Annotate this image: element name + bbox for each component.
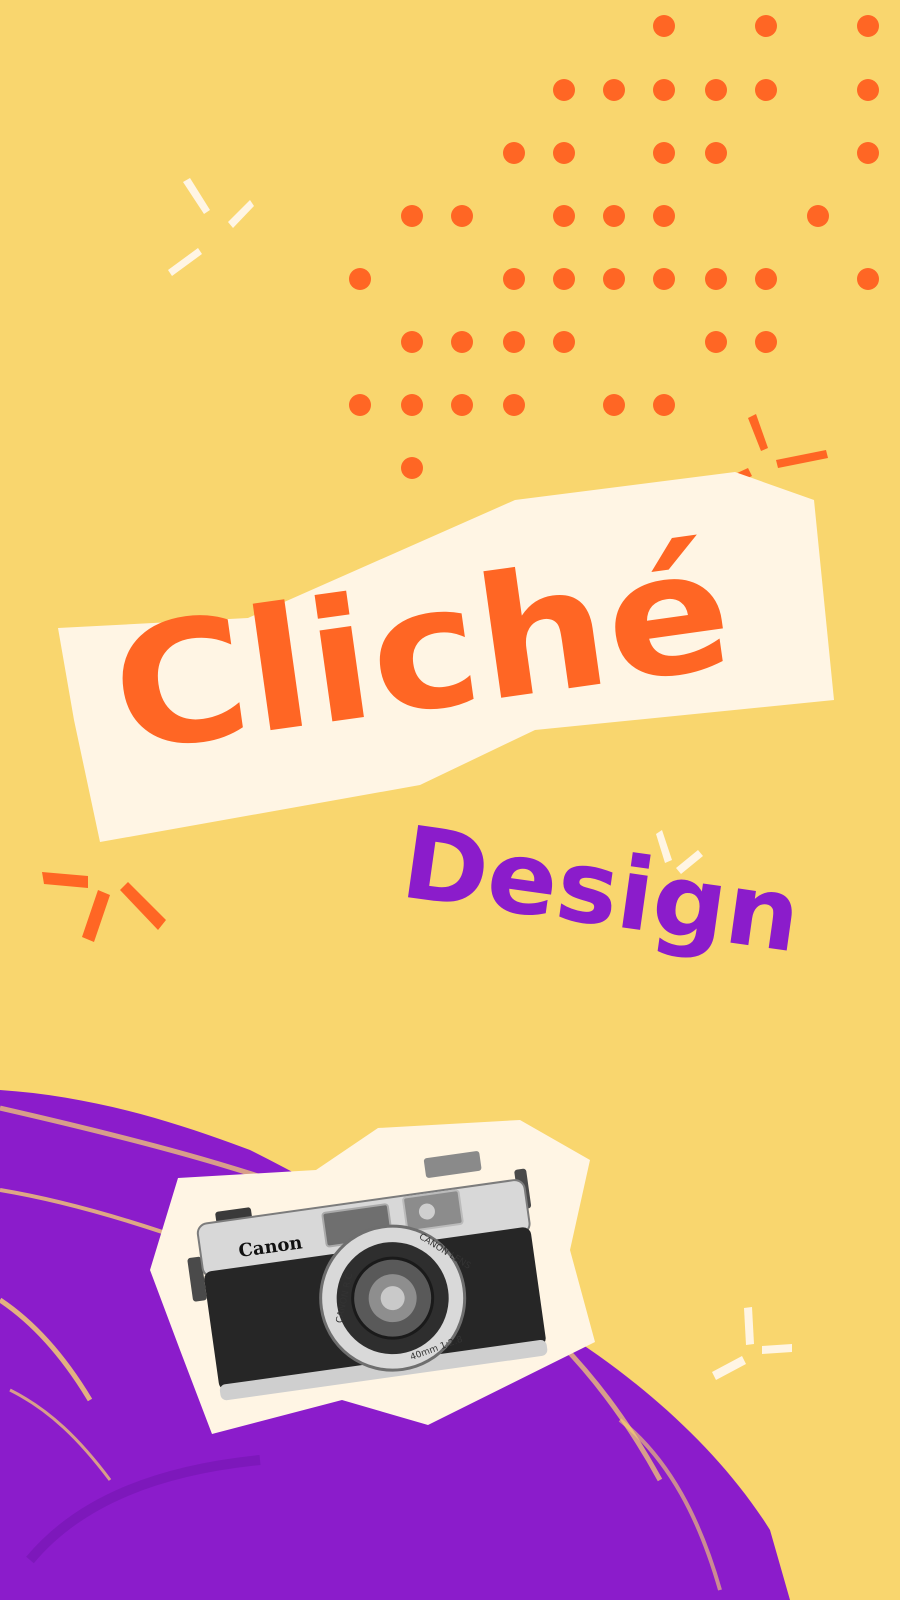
orange-dot (553, 142, 575, 164)
orange-dot (857, 142, 879, 164)
orange-dot (401, 331, 423, 353)
orange-dot (807, 205, 829, 227)
orange-dot (653, 205, 675, 227)
orange-dot (705, 79, 727, 101)
orange-dot (503, 268, 525, 290)
orange-dot (755, 15, 777, 37)
orange-dot (553, 79, 575, 101)
orange-dot (653, 268, 675, 290)
orange-dot (451, 205, 473, 227)
orange-dot (755, 268, 777, 290)
orange-dot (857, 15, 879, 37)
orange-dot (755, 331, 777, 353)
orange-dot (705, 268, 727, 290)
orange-dot (349, 394, 371, 416)
orange-dot (553, 205, 575, 227)
orange-dot (755, 79, 777, 101)
orange-dot (705, 331, 727, 353)
orange-dot (653, 79, 675, 101)
orange-dot (705, 142, 727, 164)
orange-dot (857, 268, 879, 290)
orange-dot (603, 79, 625, 101)
orange-dot (553, 268, 575, 290)
poster-artwork: Cliché Design Canon CANON LENS CANON R.C… (0, 0, 900, 1600)
orange-dot (401, 394, 423, 416)
orange-dot (503, 142, 525, 164)
orange-dot (857, 79, 879, 101)
orange-dot (653, 142, 675, 164)
orange-dot (401, 457, 423, 479)
orange-dot (503, 331, 525, 353)
orange-dot (503, 394, 525, 416)
orange-dot (603, 394, 625, 416)
orange-dot (603, 205, 625, 227)
orange-dot (653, 394, 675, 416)
orange-dot (603, 268, 625, 290)
orange-dot (553, 331, 575, 353)
orange-dot (653, 15, 675, 37)
orange-dot (349, 268, 371, 290)
orange-dot (451, 331, 473, 353)
poster-canvas: Cliché Design Canon CANON LENS CANON R.C… (0, 0, 900, 1600)
orange-dot (451, 394, 473, 416)
orange-dot (401, 205, 423, 227)
